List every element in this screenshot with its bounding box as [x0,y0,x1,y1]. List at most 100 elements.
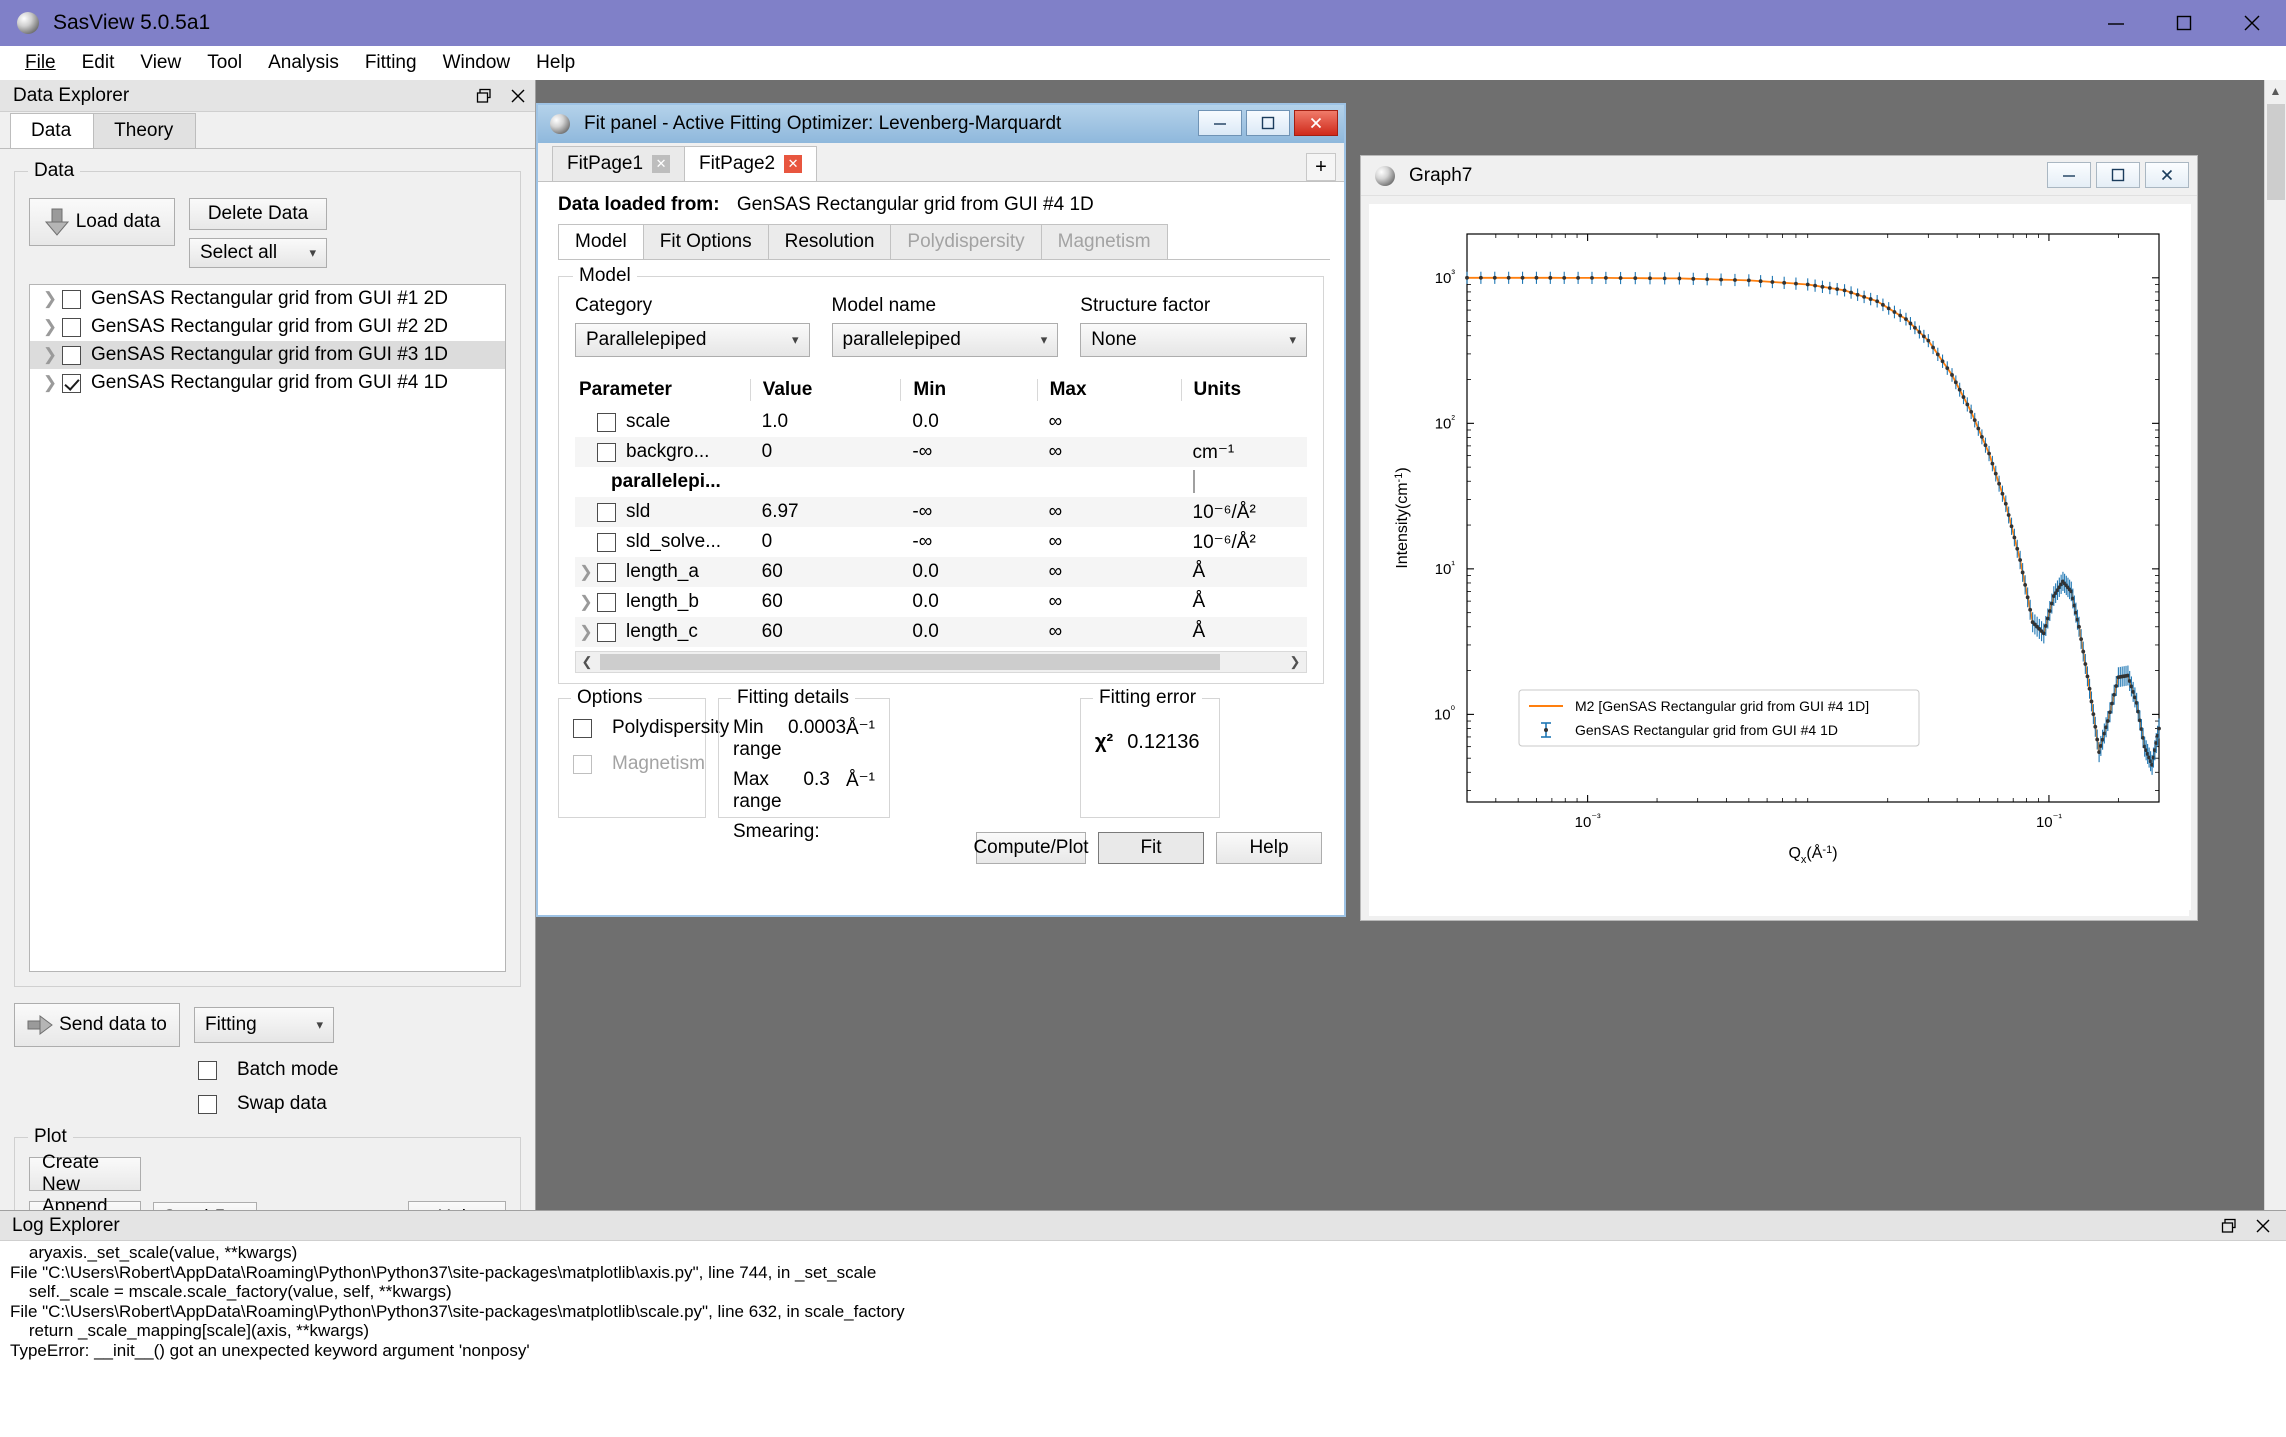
scrollbar-thumb[interactable] [2267,104,2285,200]
scroll-up-icon[interactable]: ▲ [2265,80,2286,102]
fit-help-button[interactable]: Help [1216,832,1322,864]
param-value[interactable]: 6.97 [750,501,901,523]
minimize-icon[interactable] [2047,162,2091,188]
tab-resolution[interactable]: Resolution [767,224,892,259]
table-row[interactable]: ❯ length_c 60 0.0 ∞ Å [575,617,1307,647]
param-value[interactable]: 1.0 [750,411,901,433]
send-target-combo[interactable]: Fitting ▾ [194,1007,334,1043]
minimize-icon[interactable] [1198,110,1242,136]
close-icon[interactable] [2246,1211,2280,1241]
list-item[interactable]: ❯ GenSAS Rectangular grid from GUI #4 1D [30,369,505,397]
chevron-right-icon[interactable]: ❯ [575,622,597,642]
menu-help[interactable]: Help [523,49,588,77]
chevron-right-icon[interactable]: ❯ [38,373,62,393]
param-min[interactable]: -∞ [900,531,1036,553]
row-checkbox[interactable] [62,345,81,365]
param-checkbox[interactable] [597,622,616,642]
table-row[interactable]: ❯ scale 1.0 0.0 ∞ [575,407,1307,437]
param-value[interactable]: 0 [750,441,901,463]
table-row[interactable]: ❯ sld 6.97 -∞ ∞ 10⁻⁶/Å² [575,497,1307,527]
tab-theory[interactable]: Theory [93,113,197,148]
menu-edit[interactable]: Edit [69,49,128,77]
group-edit-cell[interactable] [1192,470,1195,493]
table-row[interactable]: ❯ backgro... 0 -∞ ∞ cm⁻¹ [575,437,1307,467]
scrollbar-track[interactable] [598,652,1284,672]
param-min[interactable]: 0.0 [900,411,1036,433]
param-checkbox[interactable] [597,562,616,582]
param-max[interactable]: ∞ [1037,561,1181,583]
minimize-icon[interactable] [2082,0,2150,46]
select-all-combo[interactable]: Select all ▾ [189,238,327,268]
chevron-right-icon[interactable]: ❯ [575,562,597,582]
param-checkbox[interactable] [597,592,616,612]
scrollbar-thumb[interactable] [600,654,1220,670]
param-max[interactable]: ∞ [1037,501,1181,523]
undock-icon[interactable] [467,81,501,111]
table-row[interactable]: ❯ length_b 60 0.0 ∞ Å [575,587,1307,617]
row-checkbox[interactable] [62,317,81,337]
param-max[interactable]: ∞ [1037,621,1181,643]
param-max[interactable]: ∞ [1037,531,1181,553]
swap-data-checkbox[interactable] [198,1094,217,1114]
tab-fitpage1[interactable]: FitPage1 ✕ [552,146,686,181]
list-item[interactable]: ❯ GenSAS Rectangular grid from GUI #1 2D [30,285,505,313]
param-checkbox[interactable] [597,502,616,522]
maximize-icon[interactable] [2150,0,2218,46]
parameter-table-scrollbar[interactable]: ❮ ❯ [575,651,1307,673]
menu-analysis[interactable]: Analysis [255,49,352,77]
tab-fitpage2[interactable]: FitPage2 ✕ [684,146,818,181]
param-value[interactable]: 60 [750,561,901,583]
max-range-value[interactable]: 0.3 [803,769,846,813]
compute-plot-button[interactable]: Compute/Plot [973,832,1089,864]
close-icon[interactable]: ✕ [652,155,671,173]
menu-fitting[interactable]: Fitting [352,49,430,77]
model-name-combo[interactable]: parallelepiped ▾ [831,323,1059,357]
table-row[interactable]: ❯ length_a 60 0.0 ∞ Å [575,557,1307,587]
add-tab-button[interactable]: + [1306,153,1336,181]
close-icon[interactable] [1294,110,1338,136]
scroll-left-icon[interactable]: ❮ [576,652,598,672]
maximize-icon[interactable] [1246,110,1290,136]
load-data-button[interactable]: Load data [29,198,175,246]
param-value[interactable]: 0 [750,531,901,553]
category-combo[interactable]: Parallelepiped ▾ [575,323,810,357]
fit-button[interactable]: Fit [1098,832,1204,864]
scroll-right-icon[interactable]: ❯ [1284,652,1306,672]
close-icon[interactable] [501,81,535,111]
close-icon[interactable] [2145,162,2189,188]
row-checkbox[interactable] [62,289,81,309]
param-checkbox[interactable] [597,442,616,462]
param-min[interactable]: 0.0 [900,621,1036,643]
param-checkbox[interactable] [597,412,616,432]
send-data-to-button[interactable]: Send data to [14,1003,180,1047]
chevron-right-icon[interactable]: ❯ [38,317,62,337]
structure-factor-combo[interactable]: None ▾ [1080,323,1308,357]
param-max[interactable]: ∞ [1037,591,1181,613]
param-max[interactable]: ∞ [1037,441,1181,463]
data-tree[interactable]: ❯ GenSAS Rectangular grid from GUI #1 2D… [29,284,506,972]
table-row[interactable]: ❯ sld_solve... 0 -∞ ∞ 10⁻⁶/Å² [575,527,1307,557]
create-new-button[interactable]: Create New [29,1152,141,1195]
batch-mode-checkbox[interactable] [198,1060,217,1080]
tab-fit-options[interactable]: Fit Options [642,224,769,259]
chevron-right-icon[interactable]: ❯ [38,345,62,365]
list-item[interactable]: ❯ GenSAS Rectangular grid from GUI #3 1D [30,341,505,369]
param-min[interactable]: -∞ [900,441,1036,463]
param-value[interactable]: 60 [750,621,901,643]
param-min[interactable]: 0.0 [900,591,1036,613]
param-checkbox[interactable] [597,532,616,552]
chevron-right-icon[interactable]: ❯ [38,289,62,309]
menu-window[interactable]: Window [430,49,524,77]
row-checkbox[interactable] [62,373,81,393]
menu-view[interactable]: View [127,49,194,77]
delete-data-button[interactable]: Delete Data [189,198,327,230]
param-value[interactable]: 60 [750,591,901,613]
menu-file[interactable]: File [12,49,69,77]
close-icon[interactable] [2218,0,2286,46]
min-range-value[interactable]: 0.0003 [788,717,846,761]
param-min[interactable]: -∞ [900,501,1036,523]
menu-tool[interactable]: Tool [194,49,255,77]
chevron-right-icon[interactable]: ❯ [575,592,597,612]
param-max[interactable]: ∞ [1037,411,1181,433]
graph-plot-canvas[interactable]: 10⁰ 10¹ 10² 10³ 10⁻³ 10⁻¹ Qx(Å-1) Intensity(cm-… [1369,204,2191,916]
